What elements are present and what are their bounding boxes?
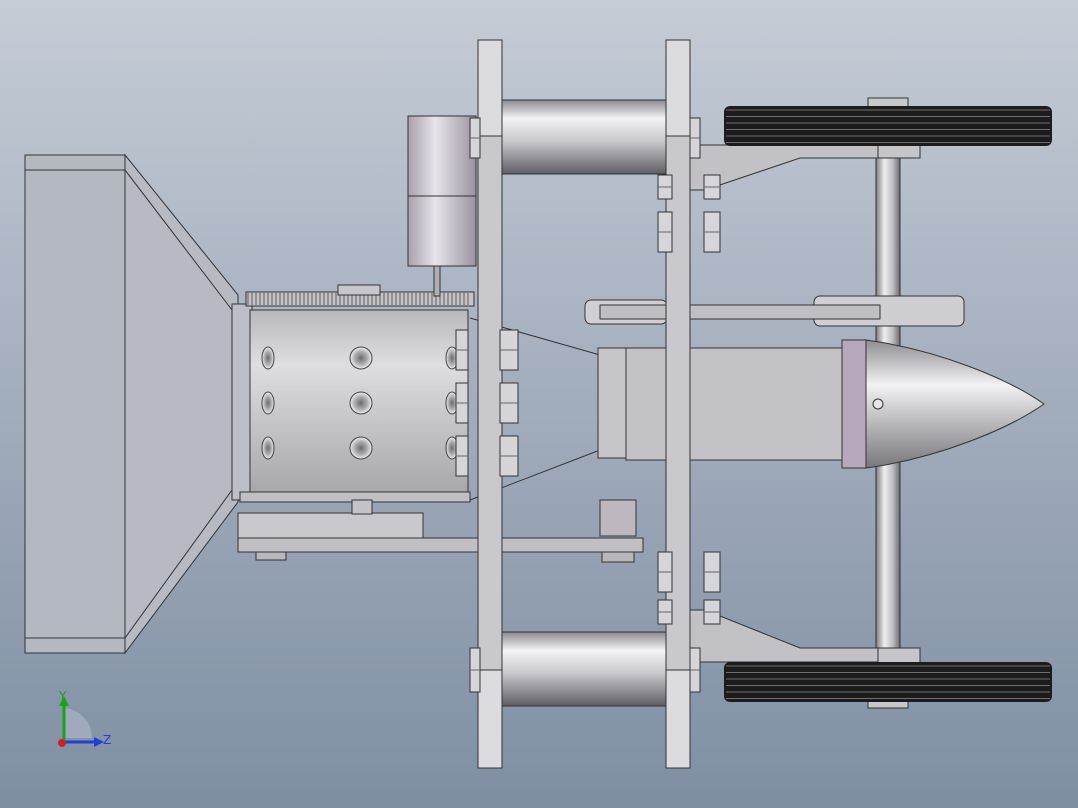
bottom-wheel <box>724 662 1052 709</box>
tire-body <box>724 662 1052 702</box>
tire-body <box>724 106 1052 146</box>
bottom-roller <box>501 631 667 707</box>
frame-plate-right <box>665 39 691 769</box>
frame-plate-left <box>477 39 503 769</box>
top-roller <box>501 99 667 175</box>
z-axis-label: Z <box>103 733 111 747</box>
drum-hole <box>349 391 373 415</box>
x-axis-dot <box>58 739 66 747</box>
cad-viewport[interactable]: Y Z <box>0 0 1078 808</box>
rotating-drum <box>239 309 471 503</box>
drum-hole <box>261 346 275 370</box>
cad-model-view: Y Z <box>0 0 1078 808</box>
drum-hole <box>261 391 275 415</box>
drum-hole <box>261 436 275 460</box>
drum-hole <box>349 346 373 370</box>
drum-hole <box>349 436 373 460</box>
y-axis-label: Y <box>58 689 67 703</box>
